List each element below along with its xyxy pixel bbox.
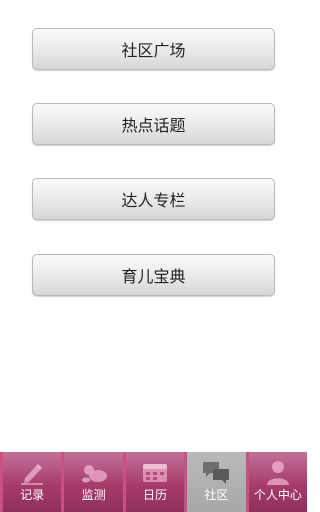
tab-label: 社区 [204,488,229,502]
chat-bubbles-icon [203,462,230,484]
calendar-icon [143,464,168,482]
hot-topics-button[interactable]: 热点话题 [32,103,275,145]
community-screen: 社区广场 热点话题 达人专栏 育儿宝典 记录 监测 日历 社区 个人中心 [0,0,308,512]
tab-label: 记录 [20,488,45,502]
baby-icon [81,465,107,483]
tab-community[interactable]: 社区 [187,452,249,512]
person-icon [266,461,289,485]
parenting-guide-button[interactable]: 育儿宝典 [32,254,275,296]
tab-profile[interactable]: 个人中心 [248,452,308,512]
tab-calendar[interactable]: 日历 [125,452,188,512]
bottom-tab-bar: 记录 监测 日历 社区 个人中心 [0,452,308,512]
tab-record[interactable]: 记录 [0,452,65,512]
community-square-button[interactable]: 社区广场 [32,28,275,70]
tab-label: 日历 [143,488,168,502]
tab-label: 监测 [81,488,106,502]
tab-monitor[interactable]: 监测 [64,452,126,512]
pencil-icon [21,464,44,485]
expert-column-button[interactable]: 达人专栏 [32,178,275,220]
tab-label: 个人中心 [253,488,302,502]
